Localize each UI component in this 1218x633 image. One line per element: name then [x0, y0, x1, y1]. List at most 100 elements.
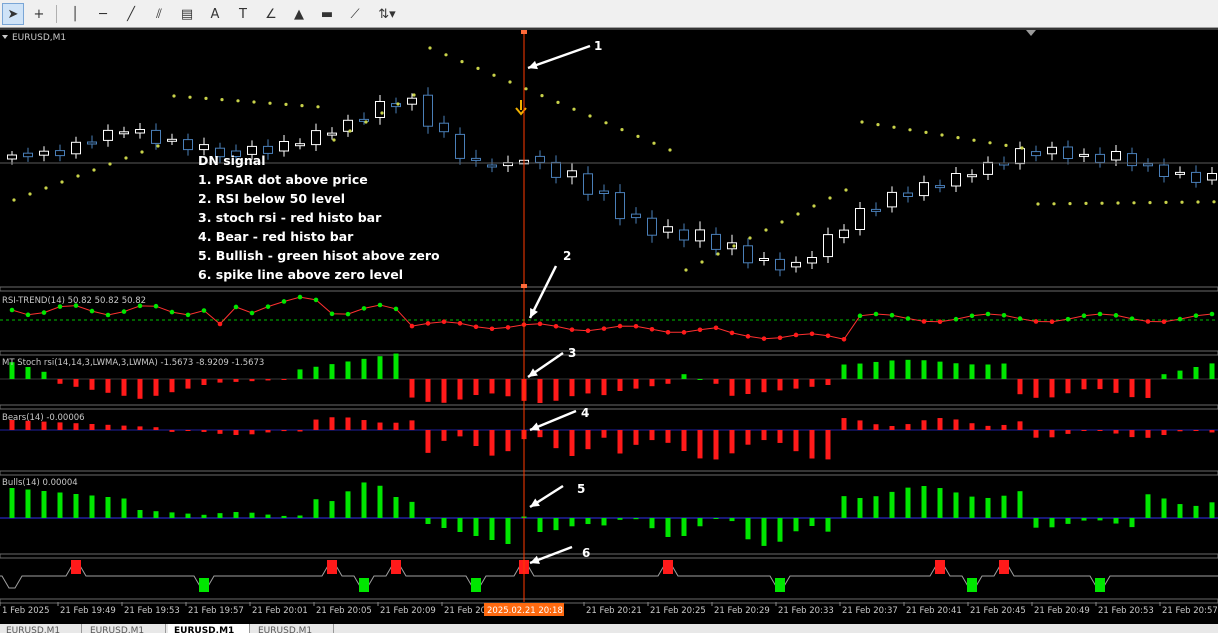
spike-subwindow[interactable] — [0, 560, 1218, 592]
psar-dot — [1132, 201, 1136, 205]
text-label-tool-button[interactable]: T — [232, 3, 254, 25]
bears-histogram-bar — [809, 430, 815, 459]
stoch-histogram-bar — [361, 358, 367, 379]
bears-histogram-bar — [1129, 430, 1135, 438]
fibo-fan-tool-button[interactable]: ⟋ — [344, 3, 366, 25]
chart-tab[interactable]: EURUSD,M1 — [252, 624, 334, 633]
toolbar-separator — [56, 5, 57, 23]
candle-body — [663, 226, 673, 233]
psar-dot — [844, 188, 848, 192]
bulls-histogram-bar — [1065, 518, 1071, 524]
bulls-histogram-bar — [873, 496, 879, 518]
arrows-dropdown-button[interactable]: ⇅▾ — [372, 3, 402, 25]
rsi-dot — [1081, 313, 1087, 319]
bulls-histogram-bar — [1033, 518, 1039, 528]
bears-histogram-bar — [153, 427, 159, 430]
rsi-trend-subwindow[interactable]: RSI-TREND(14) 50.82 50.82 50.82 — [0, 294, 1218, 342]
rsi-dot — [537, 321, 543, 327]
equidistant-channel-tool-button[interactable]: ⫽ — [148, 3, 170, 25]
rsi-dot — [841, 336, 847, 342]
rsi-dot — [825, 333, 831, 339]
cursor-tool-button[interactable]: ➤ — [2, 3, 24, 25]
horizontal-line-tool-button[interactable]: ─ — [92, 3, 114, 25]
rsi-dot — [1017, 316, 1023, 321]
triangle-tool-button[interactable]: ▲ — [288, 3, 310, 25]
crosshair-tool-button[interactable]: + — [28, 3, 50, 25]
fibonacci-tool-button[interactable]: ▤ — [176, 3, 198, 25]
bulls-histogram-bar — [169, 512, 175, 518]
window-separator — [0, 286, 1218, 292]
bears-histogram-bar — [585, 430, 591, 450]
stoch-histogram-bar — [233, 379, 239, 382]
stoch-histogram-bar — [585, 379, 591, 394]
bears-histogram-bar — [953, 419, 959, 430]
stoch-histogram-bar — [937, 361, 943, 379]
bulls-histogram-bar — [841, 496, 847, 518]
annotation-line: DN signal — [198, 153, 265, 168]
rsi-dot — [809, 331, 815, 337]
chart-tab[interactable]: EURUSD,M1 — [84, 624, 166, 633]
chart-shift-marker-icon — [1026, 30, 1036, 36]
bulls-histogram-bar — [777, 518, 783, 542]
psar-dot — [1116, 201, 1120, 205]
bulls-histogram-bar — [601, 518, 607, 526]
candle-body — [423, 94, 433, 127]
rsi-dot — [633, 323, 639, 329]
text-tool-button[interactable]: A — [204, 3, 226, 25]
rsi-dot — [25, 312, 31, 318]
candle-body — [615, 192, 625, 220]
stoch-histogram-bar — [1129, 379, 1135, 398]
bulls-histogram-bar — [313, 499, 319, 518]
psar-dot — [396, 102, 400, 106]
stoch-histogram-bar — [553, 379, 559, 401]
candle-body — [599, 190, 609, 194]
psar-dot — [764, 228, 768, 232]
bears-histogram-bar — [1081, 430, 1087, 431]
candle-body — [967, 174, 977, 178]
psar-dot — [268, 101, 272, 105]
chart-tab[interactable]: EURUSD,M1 — [168, 624, 250, 633]
bulls-histogram-bar — [537, 518, 543, 532]
chart-tab[interactable]: EURUSD,M1 — [0, 624, 82, 633]
rsi-dot — [105, 312, 111, 318]
psar-dot — [428, 46, 432, 50]
candle-body — [311, 130, 321, 146]
rsi-dot — [249, 310, 255, 316]
stoch-histogram-bar — [1161, 374, 1167, 379]
stoch-histogram-bar — [745, 379, 751, 394]
stoch-rsi-subwindow[interactable]: MT Stoch rsi(14,14,3,LWMA,3,LWMA) -1.567… — [0, 353, 1218, 403]
candle-body — [1079, 153, 1089, 157]
candle-body — [327, 132, 337, 136]
time-axis-label: 21 Feb 20:49 — [1034, 606, 1090, 616]
rsi-dot — [1033, 319, 1039, 324]
arrow-tool-button[interactable]: ∠ — [260, 3, 282, 25]
candle-body — [951, 173, 961, 187]
stoch-histogram-bar — [1097, 379, 1103, 390]
rsi-dot — [1177, 316, 1183, 322]
bulls-histogram-bar — [25, 489, 31, 518]
bears-power-subwindow[interactable]: Bears(14) -0.00006 — [0, 413, 1218, 460]
trendline-tool-button[interactable]: ╱ — [120, 3, 142, 25]
stoch-histogram-bar — [441, 379, 447, 403]
bears-histogram-bar — [649, 430, 655, 441]
psar-dot — [1004, 143, 1008, 147]
bulls-histogram-bar — [889, 491, 895, 518]
rectangle-tool-button[interactable]: ▬ — [316, 3, 338, 25]
stoch-histogram-bar — [777, 379, 783, 391]
main-price-window[interactable]: EURUSD,M1 DN signal 1. PSAR dot above pric… — [0, 28, 1218, 282]
psar-dot — [652, 141, 656, 145]
rsi-dot — [681, 330, 687, 335]
stoch-histogram-bar — [169, 379, 175, 393]
price-chart-area[interactable]: EURUSD,M1 DN signal 1. PSAR dot above pric… — [0, 28, 1218, 624]
window-separator — [0, 598, 1218, 604]
stoch-histogram-bar — [1177, 370, 1183, 379]
psar-dot — [76, 174, 80, 178]
time-axis-label: 21 Feb 20:53 — [1098, 606, 1154, 616]
bulls-histogram-bar — [393, 497, 399, 518]
psar-dot — [812, 204, 816, 208]
vertical-line-tool-button[interactable]: │ — [64, 3, 86, 25]
psar-dot — [908, 128, 912, 132]
rsi-dot — [153, 303, 159, 309]
bulls-power-subwindow[interactable]: Bulls(14) 0.00004 — [0, 478, 1218, 546]
bulls-histogram-bar — [953, 492, 959, 518]
